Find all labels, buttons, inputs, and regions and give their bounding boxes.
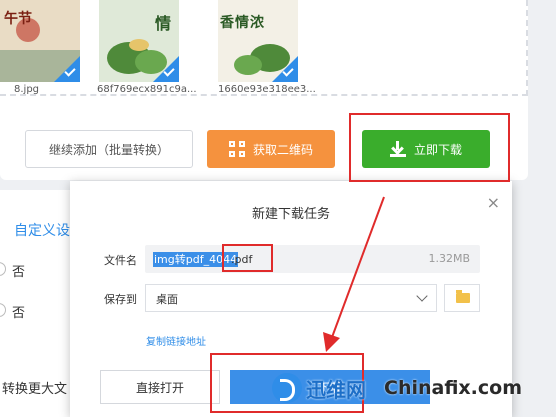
site-logo-icon [272, 373, 302, 403]
filename-field[interactable]: img转pdf_4044 .pdf 1.32MB [145, 245, 480, 273]
browse-folder-button[interactable] [444, 284, 480, 312]
open-directly-label: 直接打开 [135, 380, 184, 395]
option-label: 否 [12, 306, 26, 321]
chevron-down-icon [416, 290, 428, 302]
continue-add-label: 继续添加（批量转换） [48, 142, 169, 157]
continue-add-button[interactable]: 继续添加（批量转换） [25, 130, 193, 168]
watermark-en: Chinafix.com [384, 377, 523, 399]
image-thumbnail[interactable]: 午节 [0, 0, 80, 82]
save-location-select[interactable]: 桌面 [145, 284, 437, 312]
thumbnail-filename: 1660e93e318ee3... [218, 84, 316, 95]
thumbnail-art-text: 午节 [4, 11, 32, 27]
copy-link-address[interactable]: 复制链接地址 [146, 333, 206, 348]
highlight-download-button [349, 113, 510, 182]
close-icon[interactable]: × [487, 193, 500, 212]
option-label: 否 [12, 265, 26, 280]
file-size: 1.32MB [428, 252, 470, 265]
highlight-filename-number [222, 244, 273, 272]
get-qrcode-button[interactable]: 获取二维码 [207, 130, 335, 168]
filename-label: 文件名 [104, 254, 137, 267]
watermark: 迅维网 Chinafix.com [272, 368, 522, 408]
save-to-label: 保存到 [104, 293, 137, 306]
thumbnail-art-text: 情 [154, 14, 171, 33]
qrcode-icon [228, 141, 245, 157]
folder-icon [456, 290, 470, 303]
thumbnail-filename: 8.jpg [14, 84, 40, 95]
open-directly-button[interactable]: 直接打开 [100, 370, 220, 404]
dialog-title: 新建下载任务 [251, 207, 330, 222]
convert-larger-text: 转换更大文 [2, 382, 68, 397]
save-location-value: 桌面 [156, 293, 178, 306]
thumbnail-filename: 68f769ecx891c9a... [97, 84, 197, 95]
image-thumbnail[interactable]: 香情浓 [218, 0, 298, 82]
thumbnail-art-text: 香情浓 [220, 15, 265, 31]
get-qrcode-label: 获取二维码 [252, 142, 313, 157]
custom-settings-title: 自定义设 [14, 223, 70, 239]
watermark-cn: 迅维网 [306, 377, 366, 402]
image-thumbnail[interactable]: 情 [99, 0, 179, 82]
